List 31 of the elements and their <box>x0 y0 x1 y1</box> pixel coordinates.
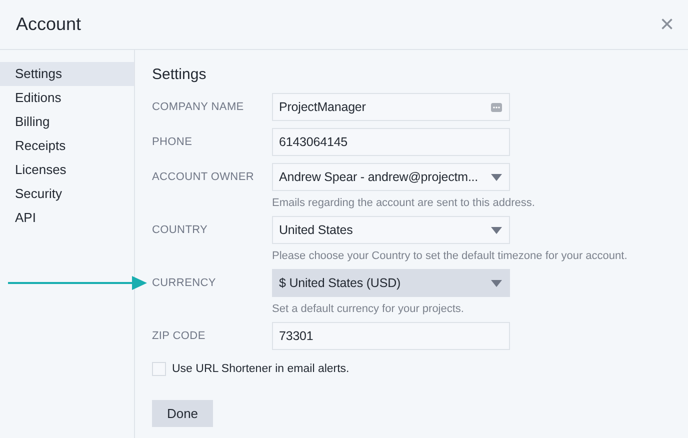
sidebar-item[interactable]: Billing <box>0 110 134 134</box>
help-text: Set a default currency for your projects. <box>272 303 465 315</box>
autofill-icon <box>491 102 502 112</box>
field-label: COMPANY NAME <box>152 100 245 113</box>
field-label: ACCOUNT OWNER <box>152 170 256 183</box>
sidebar-item[interactable]: Settings <box>0 62 134 86</box>
select-field[interactable]: Andrew Spear - andrew@projectm... <box>272 163 510 191</box>
help-text: Please choose your Country to set the default timezone for your account. <box>272 250 628 262</box>
checkbox-label: Use URL Shortener in email alerts. <box>172 363 350 375</box>
checkbox[interactable] <box>152 362 166 376</box>
sidebar-item[interactable]: Editions <box>0 86 134 110</box>
caret-icon <box>491 174 502 180</box>
sidebar-item[interactable]: API <box>0 206 134 230</box>
field-label: CURRENCY <box>152 276 217 289</box>
select-field[interactable]: United States <box>272 216 510 244</box>
help-text: Emails regarding the account are sent to this address. <box>272 197 535 209</box>
input-field[interactable]: 73301 <box>272 322 510 350</box>
input-field[interactable]: ProjectManager <box>272 93 510 121</box>
select-field[interactable]: $ United States (USD) <box>272 269 510 297</box>
caret-icon <box>491 226 502 234</box>
field-label: ZIP CODE <box>152 329 206 342</box>
sidebar-item[interactable]: Receipts <box>0 134 134 158</box>
window-title: Account <box>16 14 82 35</box>
sidebar-item[interactable]: Security <box>0 182 134 206</box>
section-title: Settings <box>152 66 208 83</box>
caret-icon <box>491 280 502 286</box>
sidebar-item[interactable]: Licenses <box>0 158 134 182</box>
input-field[interactable]: 6143064145 <box>272 128 510 156</box>
field-label: COUNTRY <box>152 223 209 236</box>
done-button[interactable]: Done <box>152 400 213 427</box>
field-label: PHONE <box>152 135 194 148</box>
